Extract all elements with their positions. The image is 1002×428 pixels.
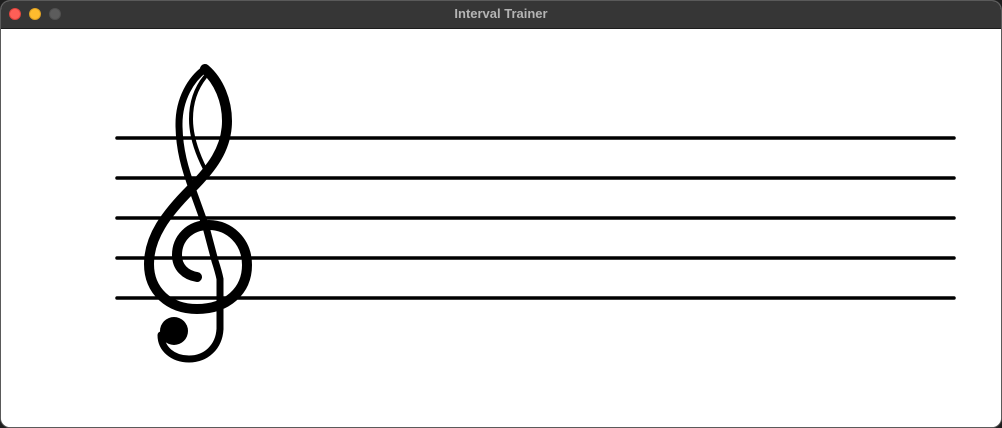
title-bar[interactable]: Interval Trainer: [1, 1, 1001, 29]
window-title: Interval Trainer: [454, 6, 548, 21]
app-window: Interval Trainer: [0, 0, 1002, 428]
music-staff: [115, 64, 956, 363]
treble-clef-icon: [144, 64, 252, 363]
staff-canvas[interactable]: [1, 29, 1001, 427]
